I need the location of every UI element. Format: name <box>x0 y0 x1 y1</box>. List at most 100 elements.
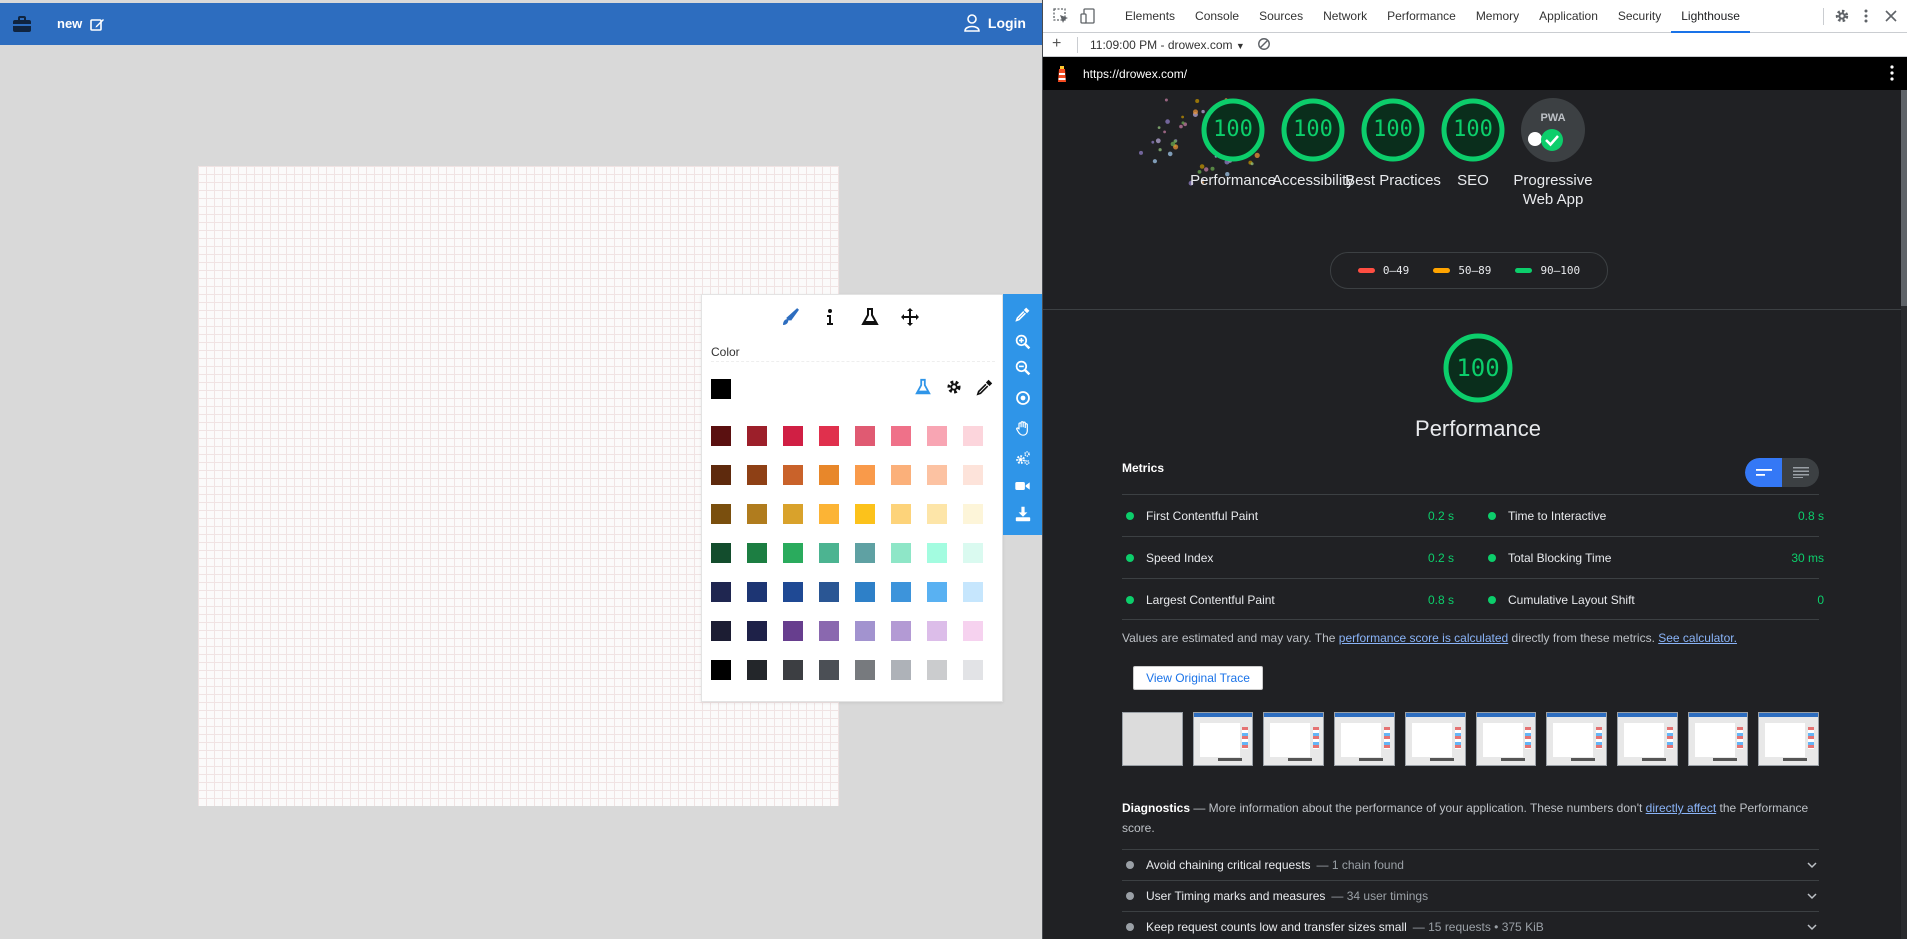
color-swatch[interactable] <box>819 621 839 641</box>
color-swatch[interactable] <box>819 582 839 602</box>
color-swatch[interactable] <box>891 621 911 641</box>
gear-icon[interactable] <box>945 377 963 397</box>
new-drawing-link[interactable]: new <box>57 16 105 31</box>
color-swatch[interactable] <box>927 543 947 563</box>
color-swatch[interactable] <box>747 543 767 563</box>
color-swatch[interactable] <box>891 582 911 602</box>
new-report-icon[interactable]: + <box>1052 35 1061 53</box>
color-swatch[interactable] <box>927 504 947 524</box>
color-swatch[interactable] <box>783 426 803 446</box>
tab-elements[interactable]: Elements <box>1115 0 1185 33</box>
color-swatch[interactable] <box>963 426 983 446</box>
color-swatch[interactable] <box>783 465 803 485</box>
gear-icon[interactable] <box>1834 8 1850 24</box>
color-swatch[interactable] <box>711 621 731 641</box>
color-swatch[interactable] <box>963 621 983 641</box>
scrollbar-thumb[interactable] <box>1901 90 1907 306</box>
color-swatch[interactable] <box>747 504 767 524</box>
color-swatch[interactable] <box>747 426 767 446</box>
color-swatch[interactable] <box>819 504 839 524</box>
audit-row[interactable]: User Timing marks and measures — 34 user … <box>1122 880 1819 911</box>
metrics-view-toggle[interactable] <box>1745 458 1819 487</box>
flask-tab-icon[interactable] <box>858 305 882 329</box>
color-swatch[interactable] <box>963 465 983 485</box>
eyedropper-icon[interactable] <box>976 377 994 397</box>
expanded-view-icon[interactable] <box>1793 467 1809 478</box>
tab-application[interactable]: Application <box>1529 0 1608 33</box>
color-swatch[interactable] <box>927 465 947 485</box>
color-swatch[interactable] <box>891 543 911 563</box>
directly-affect-link[interactable]: directly affect <box>1646 801 1716 815</box>
zoom-in-icon[interactable] <box>1013 332 1032 351</box>
color-swatch[interactable] <box>855 660 875 680</box>
color-swatch[interactable] <box>891 504 911 524</box>
color-swatch[interactable] <box>891 426 911 446</box>
color-swatch[interactable] <box>927 660 947 680</box>
briefcase-icon[interactable] <box>12 14 32 34</box>
color-swatch[interactable] <box>711 543 731 563</box>
tab-memory[interactable]: Memory <box>1466 0 1529 33</box>
scrollbar[interactable] <box>1901 90 1907 939</box>
color-swatch[interactable] <box>927 582 947 602</box>
report-url[interactable]: https://drowex.com/ <box>1083 67 1187 81</box>
color-swatch[interactable] <box>819 426 839 446</box>
color-swatch[interactable] <box>855 504 875 524</box>
inspect-element-icon[interactable] <box>1053 8 1069 24</box>
chevron-down-icon[interactable] <box>1807 860 1817 870</box>
hand-icon[interactable] <box>1013 418 1032 437</box>
clear-icon[interactable] <box>1257 37 1273 53</box>
current-color-swatch[interactable] <box>711 379 731 399</box>
color-swatch[interactable] <box>891 465 911 485</box>
close-icon[interactable] <box>1883 8 1899 24</box>
tab-security[interactable]: Security <box>1608 0 1671 33</box>
color-swatch[interactable] <box>855 465 875 485</box>
color-swatch[interactable] <box>963 660 983 680</box>
audit-row[interactable]: Keep request counts low and transfer siz… <box>1122 911 1819 939</box>
color-swatch[interactable] <box>747 621 767 641</box>
color-swatch[interactable] <box>711 582 731 602</box>
color-swatch[interactable] <box>927 621 947 641</box>
pwa-gauge[interactable]: PWA Progressive Web App <box>1505 97 1601 209</box>
color-swatch[interactable] <box>927 426 947 446</box>
color-swatch[interactable] <box>783 582 803 602</box>
center-icon[interactable] <box>1013 388 1032 407</box>
brush-tab-icon[interactable] <box>778 305 802 329</box>
report-selector[interactable]: 11:09:00 PM - drowex.com ▼ <box>1090 38 1245 52</box>
color-swatch[interactable] <box>855 621 875 641</box>
tab-lighthouse[interactable]: Lighthouse <box>1671 0 1750 33</box>
color-swatch[interactable] <box>711 426 731 446</box>
audit-row[interactable]: Avoid chaining critical requests — 1 chai… <box>1122 849 1819 880</box>
color-swatch[interactable] <box>819 660 839 680</box>
device-toolbar-icon[interactable] <box>1080 8 1096 24</box>
chevron-down-icon[interactable] <box>1807 922 1817 932</box>
color-swatch[interactable] <box>963 582 983 602</box>
color-swatch[interactable] <box>747 582 767 602</box>
color-swatch[interactable] <box>855 426 875 446</box>
move-tab-icon[interactable] <box>898 305 922 329</box>
color-swatch[interactable] <box>783 660 803 680</box>
video-camera-icon[interactable] <box>1013 476 1032 495</box>
color-swatch[interactable] <box>711 660 731 680</box>
tab-performance[interactable]: Performance <box>1377 0 1466 33</box>
color-swatch[interactable] <box>783 621 803 641</box>
eyedropper-tool-icon[interactable] <box>1013 304 1032 323</box>
color-swatch[interactable] <box>891 660 911 680</box>
color-swatch[interactable] <box>783 543 803 563</box>
more-options-icon[interactable] <box>1858 8 1874 24</box>
view-original-trace-button[interactable]: View Original Trace <box>1133 666 1263 690</box>
see-calculator-link[interactable]: See calculator. <box>1658 631 1737 645</box>
performance-score-link[interactable]: performance score is calculated <box>1339 631 1508 645</box>
color-swatch[interactable] <box>855 543 875 563</box>
color-swatch[interactable] <box>819 465 839 485</box>
color-swatch[interactable] <box>747 660 767 680</box>
download-icon[interactable] <box>1013 504 1032 523</box>
color-swatch[interactable] <box>747 465 767 485</box>
color-swatch[interactable] <box>711 465 731 485</box>
settings-cogs-icon[interactable] <box>1013 448 1032 467</box>
report-menu-icon[interactable] <box>1890 65 1894 81</box>
color-swatch[interactable] <box>963 504 983 524</box>
login-button[interactable]: Login <box>964 14 1026 32</box>
zoom-out-icon[interactable] <box>1013 358 1032 377</box>
tab-sources[interactable]: Sources <box>1249 0 1313 33</box>
color-swatch[interactable] <box>819 543 839 563</box>
